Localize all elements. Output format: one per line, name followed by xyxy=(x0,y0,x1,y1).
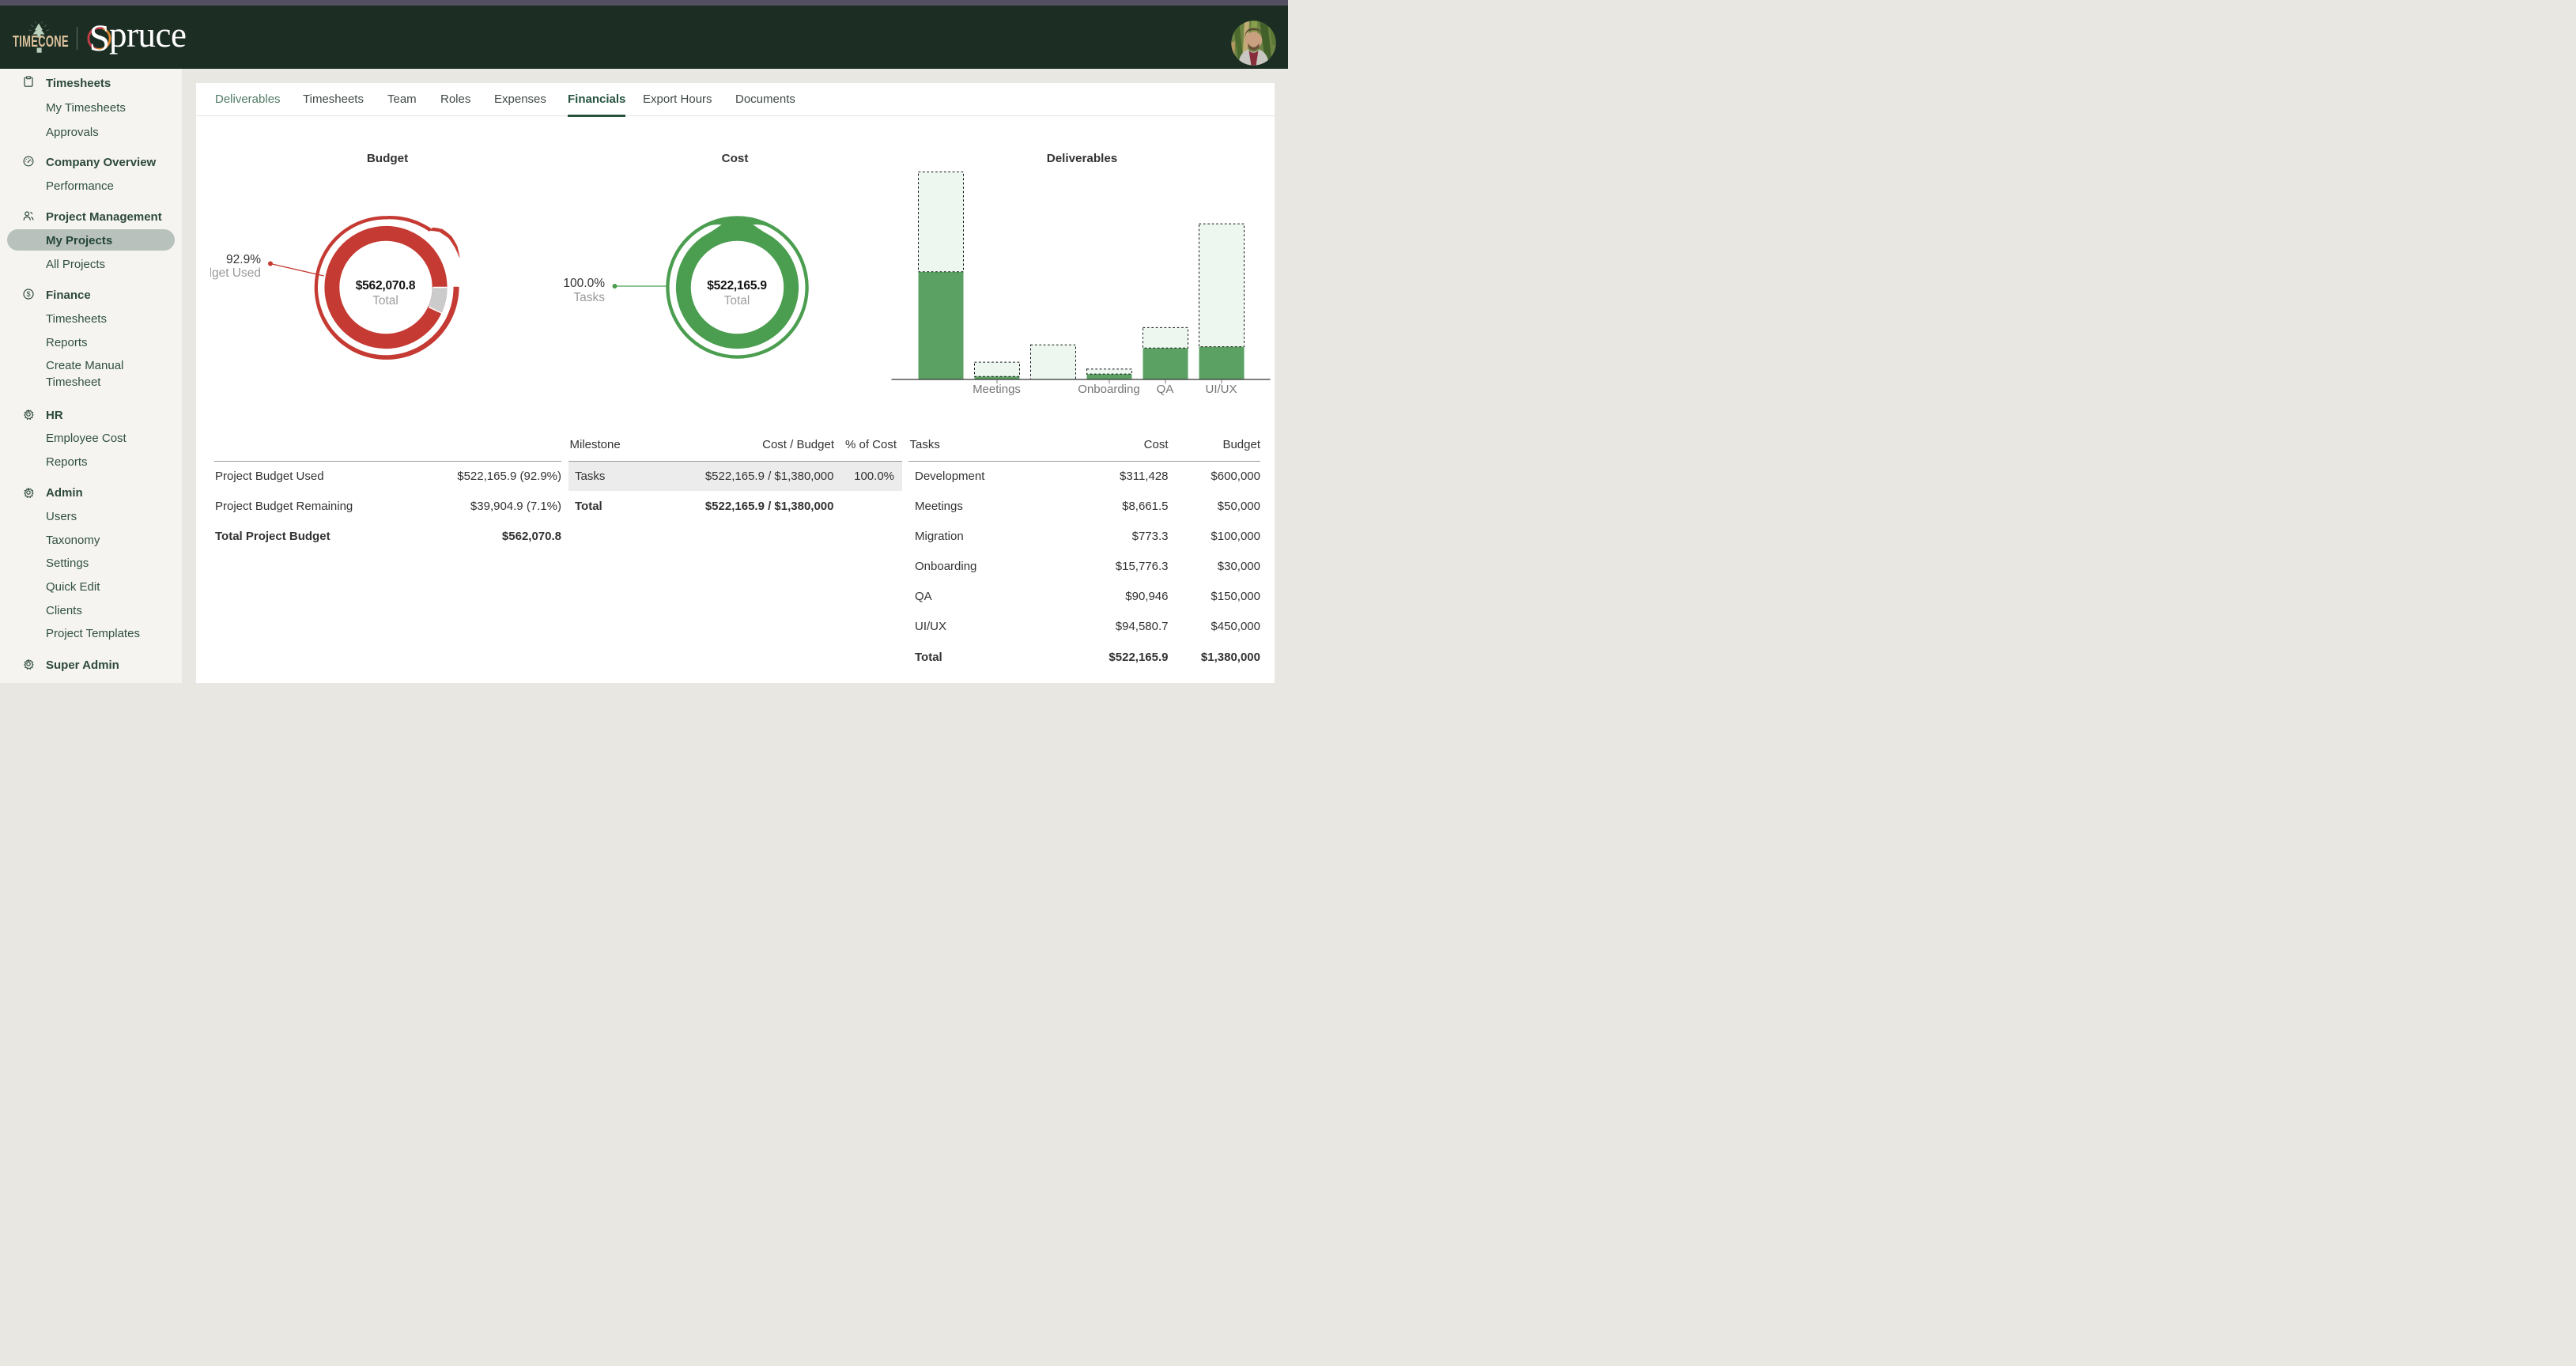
svg-text:$: $ xyxy=(26,290,30,298)
